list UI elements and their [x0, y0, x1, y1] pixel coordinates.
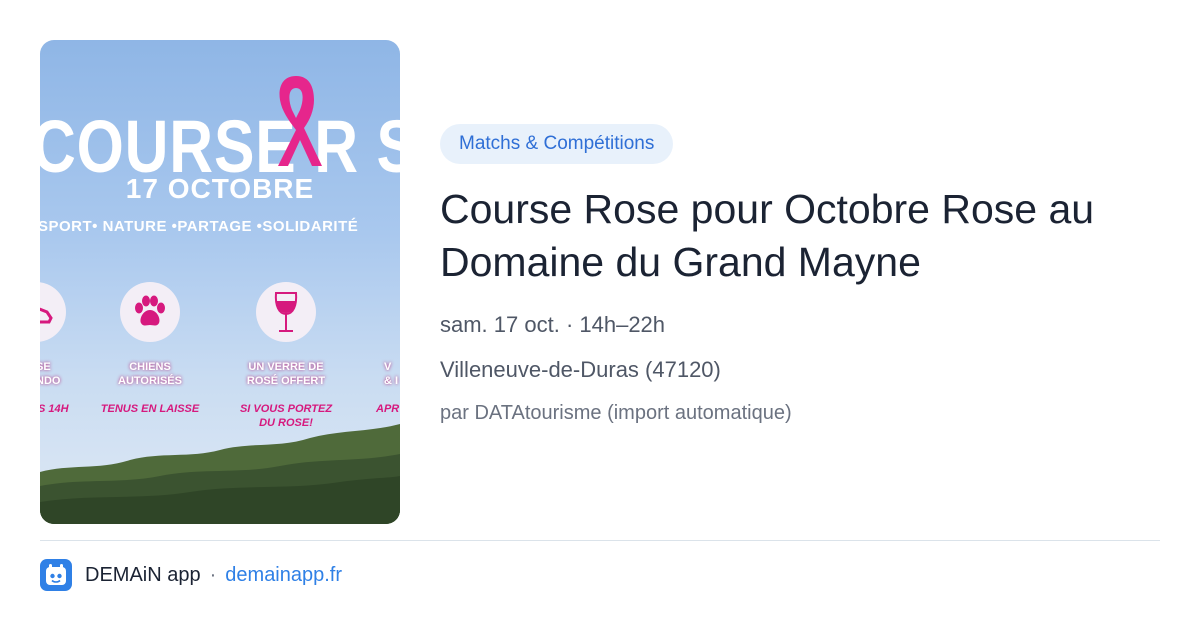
app-domain-link[interactable]: demainapp.fr — [225, 564, 342, 587]
feature-label: CHIENS AUTORISÉS — [100, 360, 200, 388]
hills-illustration — [40, 424, 400, 524]
event-datetime: sam. 17 oct. · 14h–22h — [440, 312, 666, 337]
feature-label-line: CHIENS — [129, 361, 171, 373]
feature-label-line: AUTORISÉS — [118, 375, 182, 387]
feature-sub: TENUS EN LAISSE — [100, 402, 200, 416]
paw-icon — [120, 282, 180, 342]
feature-label-line: UN VERRE DE — [248, 361, 324, 373]
footer-separator: · — [209, 563, 217, 586]
event-source: par DATAtourisme (import automatique) — [440, 402, 792, 424]
feature-label-line: SE — [40, 361, 51, 373]
footer-divider — [40, 540, 1160, 541]
event-location: Villeneuve-de-Duras (47120) — [440, 357, 721, 382]
category-chip[interactable]: Matchs & Compétitions — [440, 124, 674, 164]
feature-sub-line: SI VOUS PORTEZ — [239, 403, 333, 415]
feature-sub: S 14H — [40, 402, 69, 416]
wine-glass-icon — [256, 282, 316, 342]
event-poster-image[interactable]: COURSE R SE 17 OCTOBRE SPORT• NATURE •PA… — [40, 40, 400, 524]
app-name: DEMAiN app — [85, 563, 201, 586]
feature-sub-line: TENUS EN LAISSE — [100, 403, 200, 415]
feature-label: SE NDO — [40, 360, 60, 388]
poster-date: 17 OCTOBRE — [125, 173, 315, 204]
feature-label: V & I — [384, 360, 400, 388]
demain-app-icon — [40, 559, 72, 591]
feature-sub: APR — [376, 402, 399, 416]
footer: DEMAiN app · demainapp.fr — [40, 559, 342, 591]
feature-label-line: NDO — [40, 375, 61, 387]
feature-label-line: V — [384, 361, 392, 373]
event-title[interactable]: Course Rose pour Octobre Rose au Domaine… — [440, 183, 1170, 289]
feature-sub-line: S 14H — [40, 403, 69, 415]
feature-label: UN VERRE DE ROSÉ OFFERT — [236, 360, 336, 388]
feature-label-line: & I — [384, 375, 399, 387]
poster-tagline: SPORT• NATURE •PARTAGE •SOLIDARITÉ — [40, 218, 359, 235]
sneaker-icon — [40, 282, 66, 342]
feature-label-line: ROSÉ OFFERT — [246, 375, 326, 387]
pink-ribbon-icon — [278, 76, 322, 166]
feature-sub-line: APR — [376, 403, 400, 415]
